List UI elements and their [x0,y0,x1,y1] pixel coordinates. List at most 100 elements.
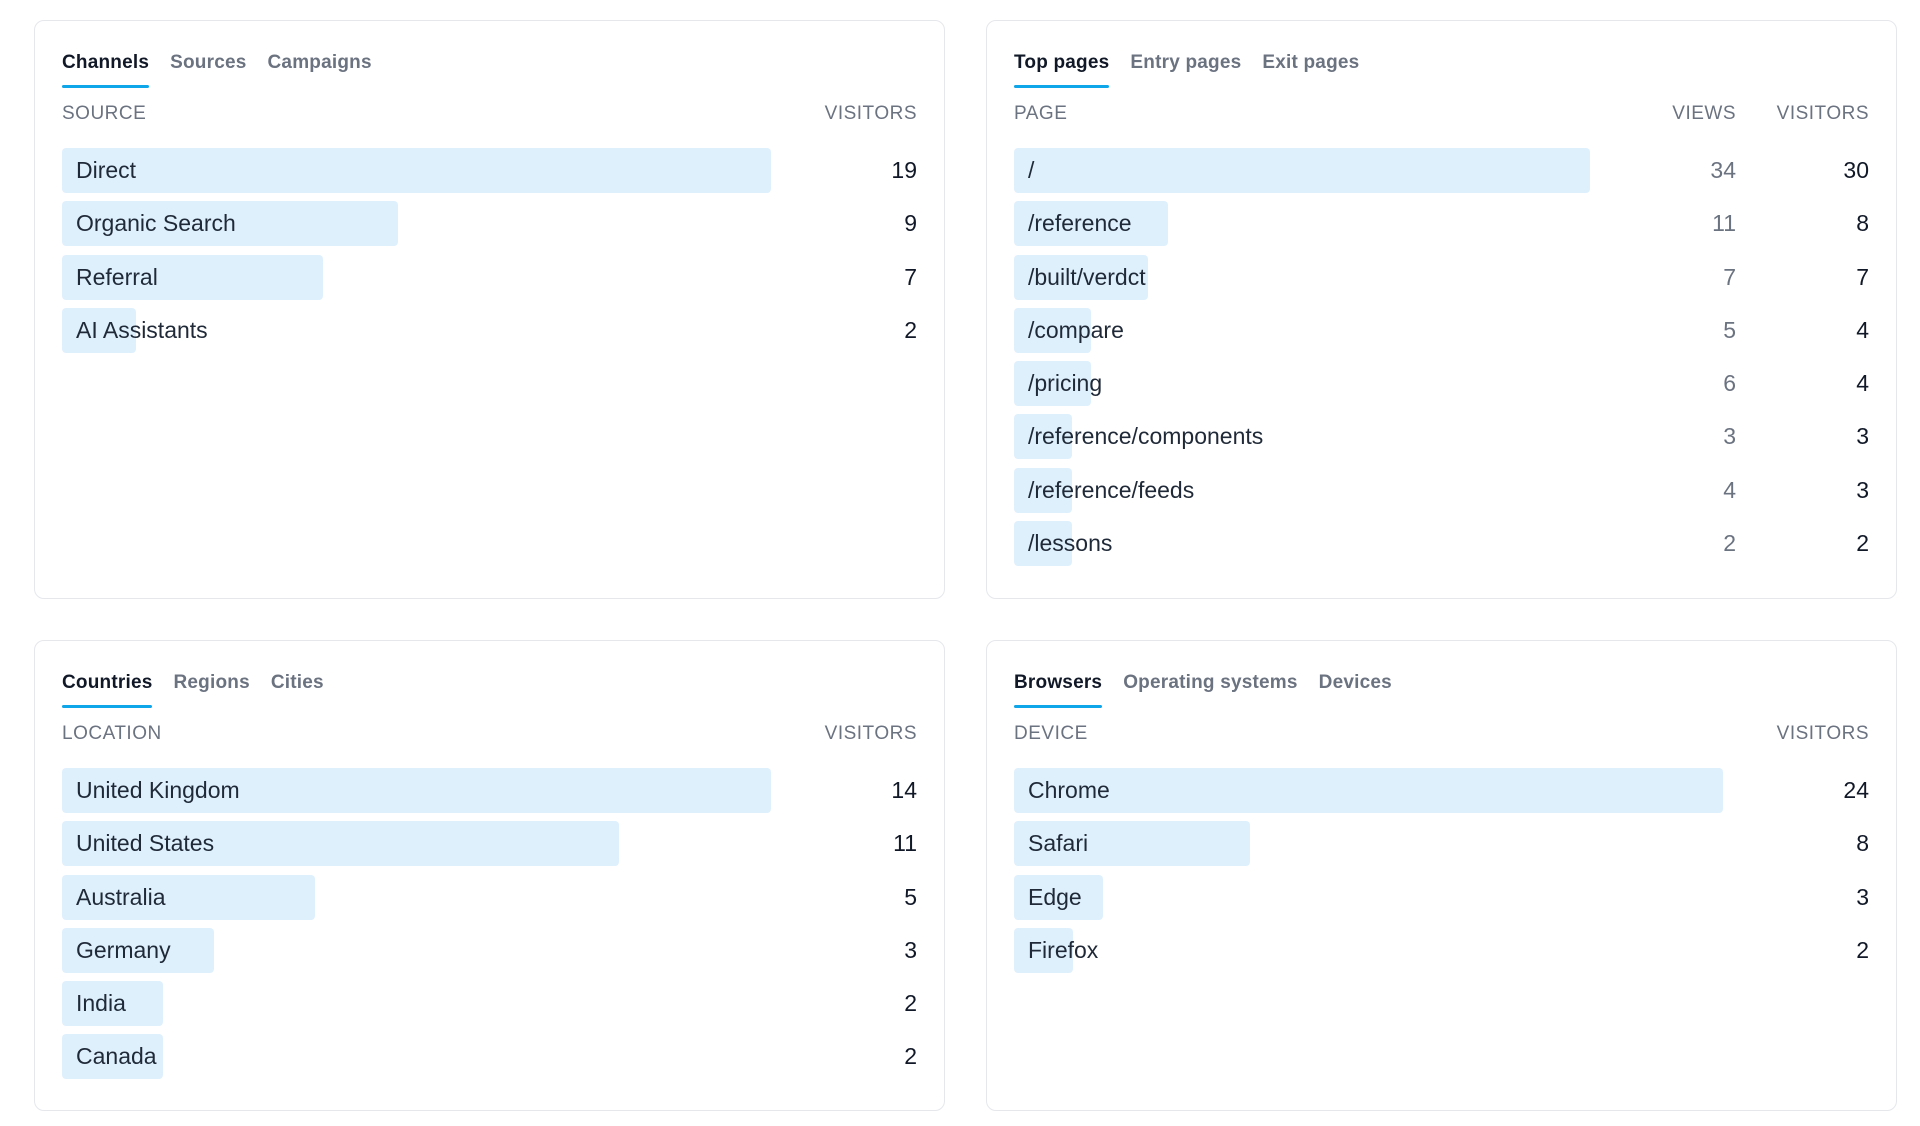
row-label: Chrome [1028,777,1110,803]
row-views-value: 2 [1723,530,1736,557]
list-item[interactable]: Germany 3 [62,927,917,973]
row-visitors-value: 8 [1856,210,1869,237]
row-label: /reference/feeds [1028,476,1195,503]
list-item[interactable]: /reference/feeds 4 3 [1014,467,1869,513]
list-item[interactable]: United Kingdom 14 [62,768,917,813]
row-label: United Kingdom [76,777,240,803]
row-label: Australia [76,883,166,910]
list-item[interactable]: Safari 8 [1014,821,1869,867]
list-item[interactable]: Chrome 24 [1014,768,1869,813]
list-item[interactable]: Canada 2 [62,1034,917,1080]
tab-entry-pages[interactable]: Entry pages [1130,46,1241,88]
list-item[interactable]: United States 11 [62,821,917,867]
row-label: /compare [1028,316,1124,343]
countries-list: United Kingdom 14 United States 11 Australia… [62,768,917,1088]
row-visitors-value: 2 [904,1043,917,1070]
pages-tabs: Top pages Entry pages Exit pages [1014,46,1359,88]
row-visitors-value: 2 [1856,530,1869,557]
list-item[interactable]: /compare 5 4 [1014,307,1869,353]
tab-exit-pages[interactable]: Exit pages [1262,46,1359,88]
row-label: /reference/components [1028,423,1264,450]
browsers-card: Browsers Operating systems Devices DEVIC… [986,640,1897,1111]
row-visitors-value: 24 [1843,777,1869,803]
list-item[interactable]: /reference 11 8 [1014,201,1869,247]
row-visitors-value: 5 [904,883,917,910]
row-bar [62,148,771,193]
list-item[interactable]: /lessons 2 2 [1014,521,1869,567]
location-column-header: LOCATION [62,723,162,744]
tab-cities[interactable]: Cities [271,666,324,708]
source-column-header: SOURCE [62,103,147,124]
row-views-value: 6 [1723,370,1736,397]
list-item[interactable]: /pricing 6 4 [1014,361,1869,407]
tab-regions[interactable]: Regions [173,666,249,708]
row-label: AI Assistants [76,316,208,343]
visitors-column-header: VISITORS [1776,103,1869,124]
row-bar [1014,768,1723,813]
channels-list: Direct 19 Organic Search 9 Referral 7 AI Assis… [62,148,917,361]
list-item[interactable]: / 34 30 [1014,148,1869,193]
row-visitors-value: 9 [904,210,917,237]
tab-countries[interactable]: Countries [62,666,153,708]
row-visitors-value: 2 [1856,936,1869,963]
row-visitors-value: 3 [1856,476,1869,503]
row-label: /pricing [1028,370,1103,397]
list-item[interactable]: Direct 19 [62,148,917,193]
countries-tabs: Countries Regions Cities [62,666,324,708]
pages-list: /34 30/reference 11 8/built/verdct 7 7/compar… [1014,148,1869,574]
row-visitors-value: 3 [1856,883,1869,910]
row-views-value: 7 [1723,263,1736,290]
row-label: Safari [1028,830,1089,857]
row-views-value: 5 [1723,316,1736,343]
row-visitors-value: 4 [1856,316,1869,343]
row-label: Germany [76,936,171,963]
row-visitors-value: 3 [904,936,917,963]
countries-card: Countries Regions Cities LOCATION VISITO… [34,640,945,1111]
row-label: /built/verdct [1028,263,1146,290]
row-views-value: 3 [1723,423,1736,450]
row-views-value: 4 [1723,476,1736,503]
pages-card: Top pages Entry pages Exit pages PAGE VI… [986,20,1897,599]
channels-tabs: Channels Sources Campaigns [62,46,372,88]
visitors-column-header: VISITORS [824,723,917,744]
row-label: /lessons [1028,530,1113,557]
tab-channels[interactable]: Channels [62,46,150,88]
row-label: Referral [76,263,158,290]
list-item[interactable]: India 2 [62,981,917,1027]
row-visitors-value: 30 [1843,157,1869,183]
row-label: /reference [1028,210,1132,237]
tab-sources[interactable]: Sources [170,46,246,88]
row-bar [1014,148,1590,193]
row-visitors-value: 4 [1856,370,1869,397]
tab-top-pages[interactable]: Top pages [1014,46,1110,88]
row-views-value: 11 [1712,210,1736,237]
list-item[interactable]: /built/verdct 7 7 [1014,254,1869,300]
tab-browsers[interactable]: Browsers [1014,666,1103,708]
tab-devices[interactable]: Devices [1319,666,1392,708]
row-label: / [1028,157,1035,183]
row-visitors-value: 2 [904,990,917,1017]
row-label: United States [76,830,215,857]
list-item[interactable]: /reference/components 3 3 [1014,414,1869,460]
list-item[interactable]: Referral 7 [62,254,917,300]
row-visitors-value: 7 [904,263,917,290]
row-views-value: 34 [1710,157,1736,183]
tab-campaigns[interactable]: Campaigns [268,46,372,88]
browsers-list: Chrome 24 Safari 8 Edge 3 Firefox 2 [1014,768,1869,981]
row-label: Edge [1028,883,1082,910]
row-visitors-value: 11 [893,830,917,857]
row-visitors-value: 7 [1856,263,1869,290]
row-label: India [76,990,126,1017]
list-item[interactable]: Organic Search 9 [62,201,917,247]
list-item[interactable]: AI Assistants 2 [62,307,917,353]
row-visitors-value: 19 [891,157,917,183]
views-column-header: VIEWS [1672,103,1736,124]
tab-operating-systems[interactable]: Operating systems [1123,666,1297,708]
list-item[interactable]: Australia 5 [62,874,917,920]
row-visitors-value: 3 [1856,423,1869,450]
browsers-tabs: Browsers Operating systems Devices [1014,666,1392,708]
row-label: Canada [76,1043,157,1070]
list-item[interactable]: Firefox 2 [1014,927,1869,973]
page-column-header: PAGE [1014,103,1068,124]
list-item[interactable]: Edge 3 [1014,874,1869,920]
